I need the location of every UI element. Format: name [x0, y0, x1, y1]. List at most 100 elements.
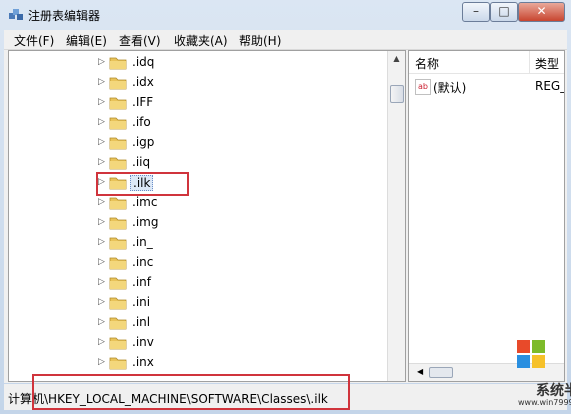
expand-arrow-icon[interactable]: ▷: [98, 337, 105, 347]
tree-item-iiq[interactable]: ▷ .iiq: [9, 153, 389, 173]
folder-icon: [109, 257, 127, 270]
logo-tile-blue: [517, 355, 530, 368]
logo-tile-red: [517, 340, 530, 353]
tree-item-inv[interactable]: ▷ .inv: [9, 333, 389, 353]
tree-item-in_[interactable]: ▷ .in_: [9, 233, 389, 253]
folder-icon: [109, 357, 127, 370]
menu-view[interactable]: 查看(V): [119, 32, 161, 49]
h-scroll-thumb[interactable]: [429, 367, 453, 378]
tree-item-label: .inf: [132, 275, 151, 289]
menu-favorites[interactable]: 收藏夹(A): [174, 32, 228, 49]
folder-icon: [109, 197, 127, 210]
folder-icon: [109, 277, 127, 290]
tree-item-label: .imc: [132, 195, 158, 209]
value-type: REG_: [535, 79, 565, 93]
tree-item-label: .idq: [132, 55, 155, 69]
expand-arrow-icon[interactable]: ▷: [98, 237, 105, 247]
tree-item-label: .inc: [132, 255, 154, 269]
tree-item-idq[interactable]: ▷ .idq: [9, 53, 389, 73]
folder-icon: [109, 337, 127, 350]
tree-item-ini[interactable]: ▷ .ini: [9, 293, 389, 313]
expand-arrow-icon[interactable]: ▷: [98, 197, 105, 207]
tree-item-inf[interactable]: ▷ .inf: [9, 273, 389, 293]
menu-bar: 文件(F) 编辑(E) 查看(V) 收藏夹(A) 帮助(H): [4, 30, 567, 50]
folder-icon: [109, 57, 127, 70]
watermark-brand: 系统半分: [536, 383, 571, 399]
column-type-header[interactable]: 类型: [535, 55, 559, 72]
title-bar: 注册表编辑器 – □ ✕: [0, 0, 571, 30]
tree-item-label: .inx: [132, 355, 154, 369]
folder-icon: [109, 97, 127, 110]
column-name-header[interactable]: 名称: [415, 55, 439, 72]
expand-arrow-icon[interactable]: ▷: [98, 117, 105, 127]
value-name: (默认): [433, 81, 467, 95]
tree-item-label: .ifo: [132, 115, 151, 129]
maximize-button[interactable]: □: [490, 2, 518, 22]
tree-item-label: .ini: [132, 295, 151, 309]
menu-edit[interactable]: 编辑(E): [66, 32, 107, 49]
scroll-up-icon[interactable]: ▲: [389, 51, 404, 66]
scroll-thumb[interactable]: [390, 85, 404, 103]
folder-icon: [109, 317, 127, 330]
window-title: 注册表编辑器: [28, 9, 101, 23]
tree-item-inc[interactable]: ▷ .inc: [9, 253, 389, 273]
minimize-button[interactable]: –: [462, 2, 490, 22]
scroll-left-icon[interactable]: ◀: [417, 364, 423, 380]
value-row[interactable]: ab (默认) REG_: [409, 77, 564, 97]
tree-item-inl[interactable]: ▷ .inl: [9, 313, 389, 333]
regedit-icon: [9, 9, 23, 20]
menu-file[interactable]: 文件(F): [14, 32, 54, 49]
tree-item-ilk[interactable]: ▷ .ilk: [9, 173, 389, 193]
folder-icon: [109, 77, 127, 90]
expand-arrow-icon[interactable]: ▷: [98, 317, 105, 327]
tree-item-label: .in_: [132, 235, 153, 249]
folder-icon: [109, 297, 127, 310]
expand-arrow-icon[interactable]: ▷: [98, 77, 105, 87]
tree-item-igp[interactable]: ▷ .igp: [9, 133, 389, 153]
tree-item-label: .iiq: [132, 155, 151, 169]
folder-icon: [109, 217, 127, 230]
tree-item-label: .igp: [132, 135, 155, 149]
tree-item-imc[interactable]: ▷ .imc: [9, 193, 389, 213]
tree-item-label: .inv: [132, 335, 154, 349]
watermark-url: www.win7999.com: [518, 398, 571, 407]
status-path: 计算机\HKEY_LOCAL_MACHINE\SOFTWARE\Classes\…: [8, 392, 328, 406]
folder-icon: [109, 137, 127, 150]
tree-item-inx[interactable]: ▷ .inx: [9, 353, 389, 373]
tree-item-idx[interactable]: ▷ .idx: [9, 73, 389, 93]
status-bar: 计算机\HKEY_LOCAL_MACHINE\SOFTWARE\Classes\…: [4, 384, 567, 410]
watermark-logo: 系统半分 www.win7999.com: [514, 340, 571, 410]
tree-item-img[interactable]: ▷ .img: [9, 213, 389, 233]
expand-arrow-icon[interactable]: ▷: [98, 57, 105, 67]
expand-arrow-icon[interactable]: ▷: [98, 257, 105, 267]
main-area: ▷ .idq ▷ .idx ▷ .IFF ▷ .ifo ▷ .igp ▷ .iiq ▷ .ilk ▷ .imc…: [4, 50, 567, 383]
expand-arrow-icon[interactable]: ▷: [98, 217, 105, 227]
tree-vertical-scrollbar[interactable]: ▲: [387, 51, 405, 381]
key-tree-pane[interactable]: ▷ .idq ▷ .idx ▷ .IFF ▷ .ifo ▷ .igp ▷ .iiq ▷ .ilk ▷ .imc…: [8, 50, 406, 382]
tree-item-IFF[interactable]: ▷ .IFF: [9, 93, 389, 113]
column-divider[interactable]: [529, 51, 530, 73]
close-button[interactable]: ✕: [518, 2, 565, 22]
expand-arrow-icon[interactable]: ▷: [98, 157, 105, 167]
folder-icon: [109, 177, 127, 190]
folder-icon: [109, 157, 127, 170]
expand-arrow-icon[interactable]: ▷: [98, 137, 105, 147]
logo-tile-green: [532, 340, 545, 353]
expand-arrow-icon[interactable]: ▷: [98, 177, 105, 187]
tree-item-label: .inl: [132, 315, 151, 329]
menu-help[interactable]: 帮助(H): [239, 32, 281, 49]
tree-item-ifo[interactable]: ▷ .ifo: [9, 113, 389, 133]
tree-item-label: .idx: [132, 75, 154, 89]
column-header-row: 名称 类型: [409, 51, 564, 74]
registry-editor-window: 注册表编辑器 – □ ✕ 文件(F) 编辑(E) 查看(V) 收藏夹(A) 帮助…: [0, 0, 571, 414]
expand-arrow-icon[interactable]: ▷: [98, 277, 105, 287]
string-value-icon: ab: [415, 79, 431, 95]
expand-arrow-icon[interactable]: ▷: [98, 97, 105, 107]
folder-icon: [109, 117, 127, 130]
expand-arrow-icon[interactable]: ▷: [98, 297, 105, 307]
expand-arrow-icon[interactable]: ▷: [98, 357, 105, 367]
logo-tile-yellow: [532, 355, 545, 368]
tree-item-label: .img: [132, 215, 159, 229]
values-pane[interactable]: 名称 类型 ab (默认) REG_ ◀: [408, 50, 565, 382]
tree-item-label: .ilk: [130, 175, 154, 191]
